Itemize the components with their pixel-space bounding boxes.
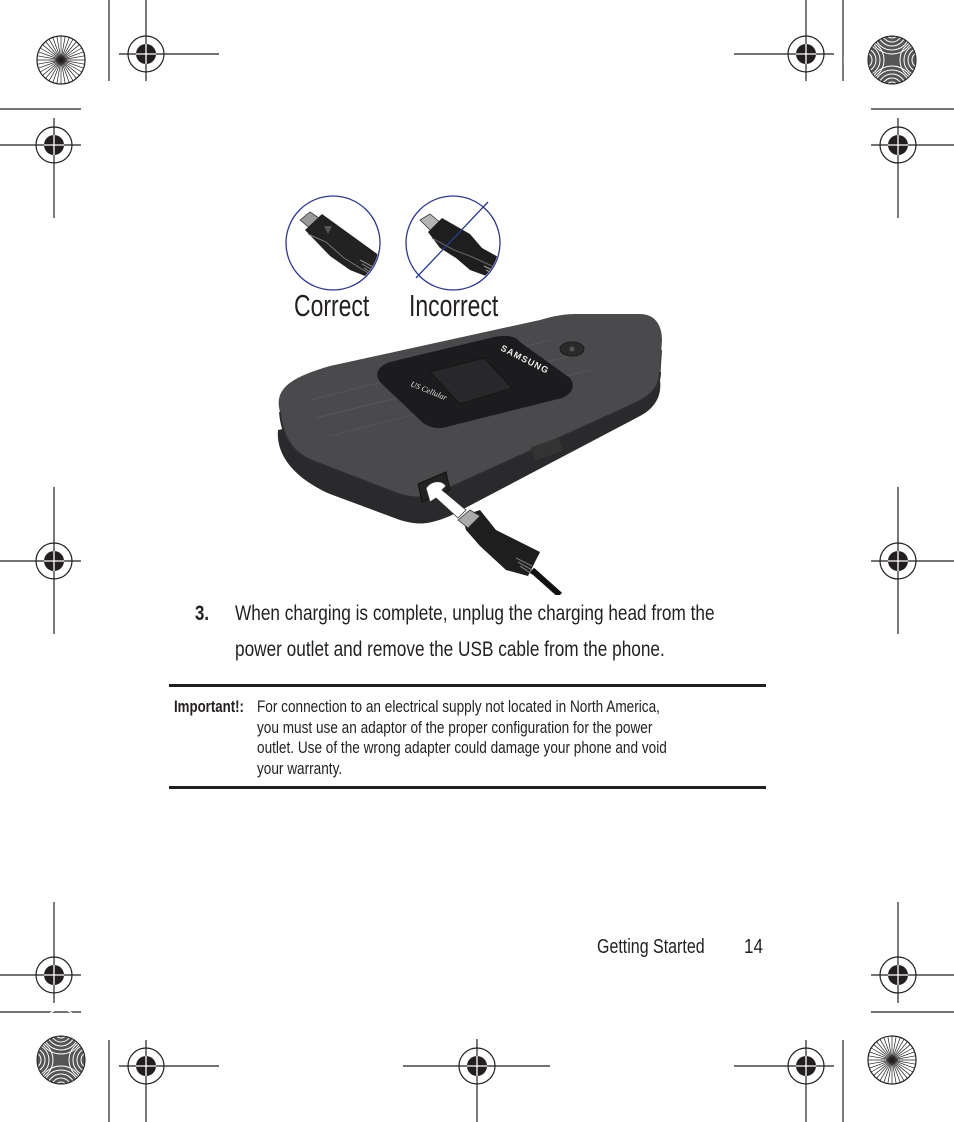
starburst-mark-top-left <box>36 35 86 85</box>
charging-illustration: SAMSUNG US Cellular Correct Incorrect <box>270 190 670 595</box>
moire-mark-top-right <box>843 9 941 111</box>
registration-mark-bottom-center <box>403 1039 550 1122</box>
registration-mark-bottom-right <box>734 1040 834 1122</box>
incorrect-connector-icon <box>405 195 501 291</box>
step-number: 3. <box>195 602 210 625</box>
step-text-line-2: power outlet and remove the USB cable fr… <box>235 638 665 661</box>
note-line: you must use an adaptor of the proper co… <box>257 717 653 737</box>
note-label: Important!: <box>174 697 244 716</box>
registration-mark-left-middle <box>0 487 81 634</box>
step-text-line-1: When charging is complete, unplug the ch… <box>235 602 715 625</box>
correct-connector-icon <box>285 195 381 291</box>
note-line: outlet. Use of the wrong adapter could d… <box>257 738 667 757</box>
footer-section-title: Getting Started <box>597 936 705 958</box>
incorrect-label: Incorrect <box>409 288 499 323</box>
note-top-rule <box>169 684 766 687</box>
registration-mark-top-right <box>734 0 834 81</box>
starburst-mark-bottom-right <box>867 1035 917 1085</box>
registration-mark-top-left <box>119 0 219 81</box>
note-line: your warranty. <box>257 758 343 778</box>
note-bottom-rule <box>169 786 766 789</box>
registration-mark-bottom-left <box>119 1040 219 1122</box>
page-number: 14 <box>744 936 763 958</box>
note-text: For connection to an electrical supply n… <box>257 697 954 779</box>
registration-mark-left-upper <box>0 118 81 218</box>
correct-label: Correct <box>294 288 370 323</box>
registration-mark-right-lower <box>871 902 954 1003</box>
registration-mark-left-lower <box>0 902 81 1003</box>
flip-phone-image: SAMSUNG US Cellular <box>277 314 662 595</box>
registration-mark-right-upper <box>871 118 954 218</box>
moire-mark-bottom-left <box>12 1009 110 1111</box>
step-text: When charging is complete, unplug the ch… <box>235 596 875 668</box>
registration-mark-right-middle <box>871 487 954 634</box>
note-line: For connection to an electrical supply n… <box>257 697 660 716</box>
